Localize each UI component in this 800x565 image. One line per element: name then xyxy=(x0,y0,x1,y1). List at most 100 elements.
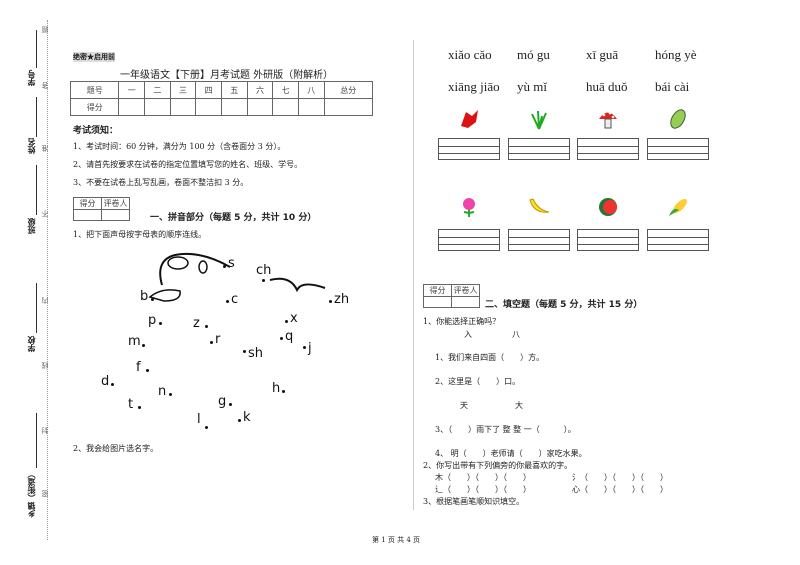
field-school[interactable] xyxy=(36,283,37,333)
connect-dot[interactable] xyxy=(210,341,213,344)
field-class[interactable] xyxy=(36,165,37,215)
question-text: 2、你写出带有下列偏旁的你最喜欢的字。 xyxy=(423,461,573,470)
reviewer-cell[interactable] xyxy=(101,209,130,221)
writing-box[interactable] xyxy=(508,138,570,160)
score-cell[interactable] xyxy=(246,98,274,116)
score-cell[interactable] xyxy=(423,296,452,308)
initial-letter[interactable]: k xyxy=(243,410,251,425)
question-text: 3、根据笔画笔顺知识填空。 xyxy=(423,497,525,506)
initial-letter[interactable]: j xyxy=(308,341,312,356)
initial-letter[interactable]: f xyxy=(136,360,141,375)
field-student-id[interactable] xyxy=(36,30,37,68)
writing-box[interactable] xyxy=(577,229,639,251)
connect-dot[interactable] xyxy=(282,390,285,393)
reviewer-cell[interactable] xyxy=(451,296,480,308)
connect-dot[interactable] xyxy=(262,279,265,282)
blanks[interactable]: （ ）（ ）（ ） xyxy=(580,485,668,494)
score-header-cell: 八 xyxy=(297,81,325,99)
initial-letter[interactable]: ch xyxy=(256,263,271,278)
connect-dot[interactable] xyxy=(280,337,283,340)
initial-letter[interactable]: z xyxy=(193,316,200,331)
choice-char[interactable]: 入 xyxy=(464,329,472,340)
score-cell[interactable] xyxy=(144,98,171,116)
pinyin-option: hóng yè xyxy=(655,47,697,62)
score-cell[interactable] xyxy=(220,98,248,116)
sea-lion-outline xyxy=(148,252,326,302)
initial-letter[interactable]: c xyxy=(231,292,238,307)
connect-dot[interactable] xyxy=(159,322,162,325)
initial-letter[interactable]: x xyxy=(290,311,298,326)
writing-box[interactable] xyxy=(647,138,709,160)
blanks[interactable]: （ ）（ ）（ ） xyxy=(443,473,531,482)
writing-box[interactable] xyxy=(438,138,500,160)
connect-dot[interactable] xyxy=(226,300,229,303)
initial-letter[interactable]: p xyxy=(148,313,156,328)
writing-box[interactable] xyxy=(647,229,709,251)
initial-letter[interactable]: n xyxy=(158,384,166,399)
page-footer: 第 1 页 共 4 页 xyxy=(372,536,421,544)
initial-letter[interactable]: h xyxy=(272,381,280,396)
score-label: 得分 xyxy=(423,284,452,297)
connect-dot[interactable] xyxy=(303,346,306,349)
initial-letter[interactable]: q xyxy=(285,329,293,344)
score-header-cell: 一 xyxy=(118,81,146,99)
initial-letter[interactable]: sh xyxy=(248,346,263,361)
score-row-label: 得分 xyxy=(69,98,120,116)
score-table: 题号一二三四五六七八总分 得分 xyxy=(69,81,374,116)
connect-dot[interactable] xyxy=(138,406,141,409)
grader-box: 得分 评卷人 xyxy=(423,284,480,308)
choice-char[interactable]: 八 xyxy=(512,329,520,340)
initial-letter[interactable]: zh xyxy=(334,292,349,307)
score-header-cell: 二 xyxy=(144,81,171,99)
connect-dot[interactable] xyxy=(285,320,288,323)
connect-dot[interactable] xyxy=(329,300,332,303)
grass-icon xyxy=(531,110,547,130)
connect-dot[interactable] xyxy=(111,383,114,386)
score-cell[interactable] xyxy=(118,98,146,116)
writing-box[interactable] xyxy=(508,229,570,251)
writing-box[interactable] xyxy=(577,138,639,160)
field-town[interactable] xyxy=(36,413,37,468)
seal-char: 密 xyxy=(41,490,49,497)
score-cell[interactable] xyxy=(73,209,102,221)
blanks[interactable]: （ ）（ ）（ ） xyxy=(580,473,668,482)
score-cell[interactable] xyxy=(195,98,222,116)
field-name[interactable] xyxy=(36,97,37,137)
initial-letter[interactable]: g xyxy=(218,394,226,409)
connect-dot[interactable] xyxy=(243,350,246,353)
score-cell[interactable] xyxy=(169,98,197,116)
score-header-cell: 六 xyxy=(246,81,274,99)
connect-dot[interactable] xyxy=(142,344,145,347)
score-cell[interactable] xyxy=(272,98,299,116)
seal-char: 封 xyxy=(41,427,49,434)
watermelon-icon xyxy=(599,198,617,216)
initial-letter[interactable]: b xyxy=(140,289,148,304)
choice-char[interactable]: 大 xyxy=(515,400,523,411)
initial-letter[interactable]: d xyxy=(101,374,109,389)
connect-dot[interactable] xyxy=(238,419,241,422)
connect-dot[interactable] xyxy=(151,298,154,301)
pinyin-option: bái cài xyxy=(655,79,690,94)
connect-dot[interactable] xyxy=(223,265,226,268)
initial-letter[interactable]: l xyxy=(197,412,201,427)
initial-letter[interactable]: r xyxy=(215,332,220,347)
blanks[interactable]: （ ）（ ）（ ） xyxy=(443,485,531,494)
connect-dot[interactable] xyxy=(146,369,149,372)
initial-letter[interactable]: m xyxy=(128,334,141,349)
connect-dot[interactable] xyxy=(169,393,172,396)
label-student-id: 学号 xyxy=(27,70,36,86)
radical: 辶 xyxy=(435,485,443,494)
score-cell[interactable] xyxy=(297,98,325,116)
initial-letter[interactable]: s xyxy=(228,256,235,271)
score-cell[interactable] xyxy=(323,98,374,116)
connect-dot[interactable] xyxy=(229,403,232,406)
choice-char[interactable]: 天 xyxy=(460,400,468,411)
mushroom-icon xyxy=(599,111,617,129)
connect-dot[interactable] xyxy=(205,325,208,328)
initial-letter[interactable]: t xyxy=(128,397,133,412)
flower-icon xyxy=(463,198,475,217)
fill-sentence: 3、（ ）雨下了 整 整 一（ ）。 xyxy=(435,425,576,434)
writing-box[interactable] xyxy=(438,229,500,251)
grader-box: 得分 评卷人 xyxy=(73,197,130,221)
connect-dot[interactable] xyxy=(205,426,208,429)
